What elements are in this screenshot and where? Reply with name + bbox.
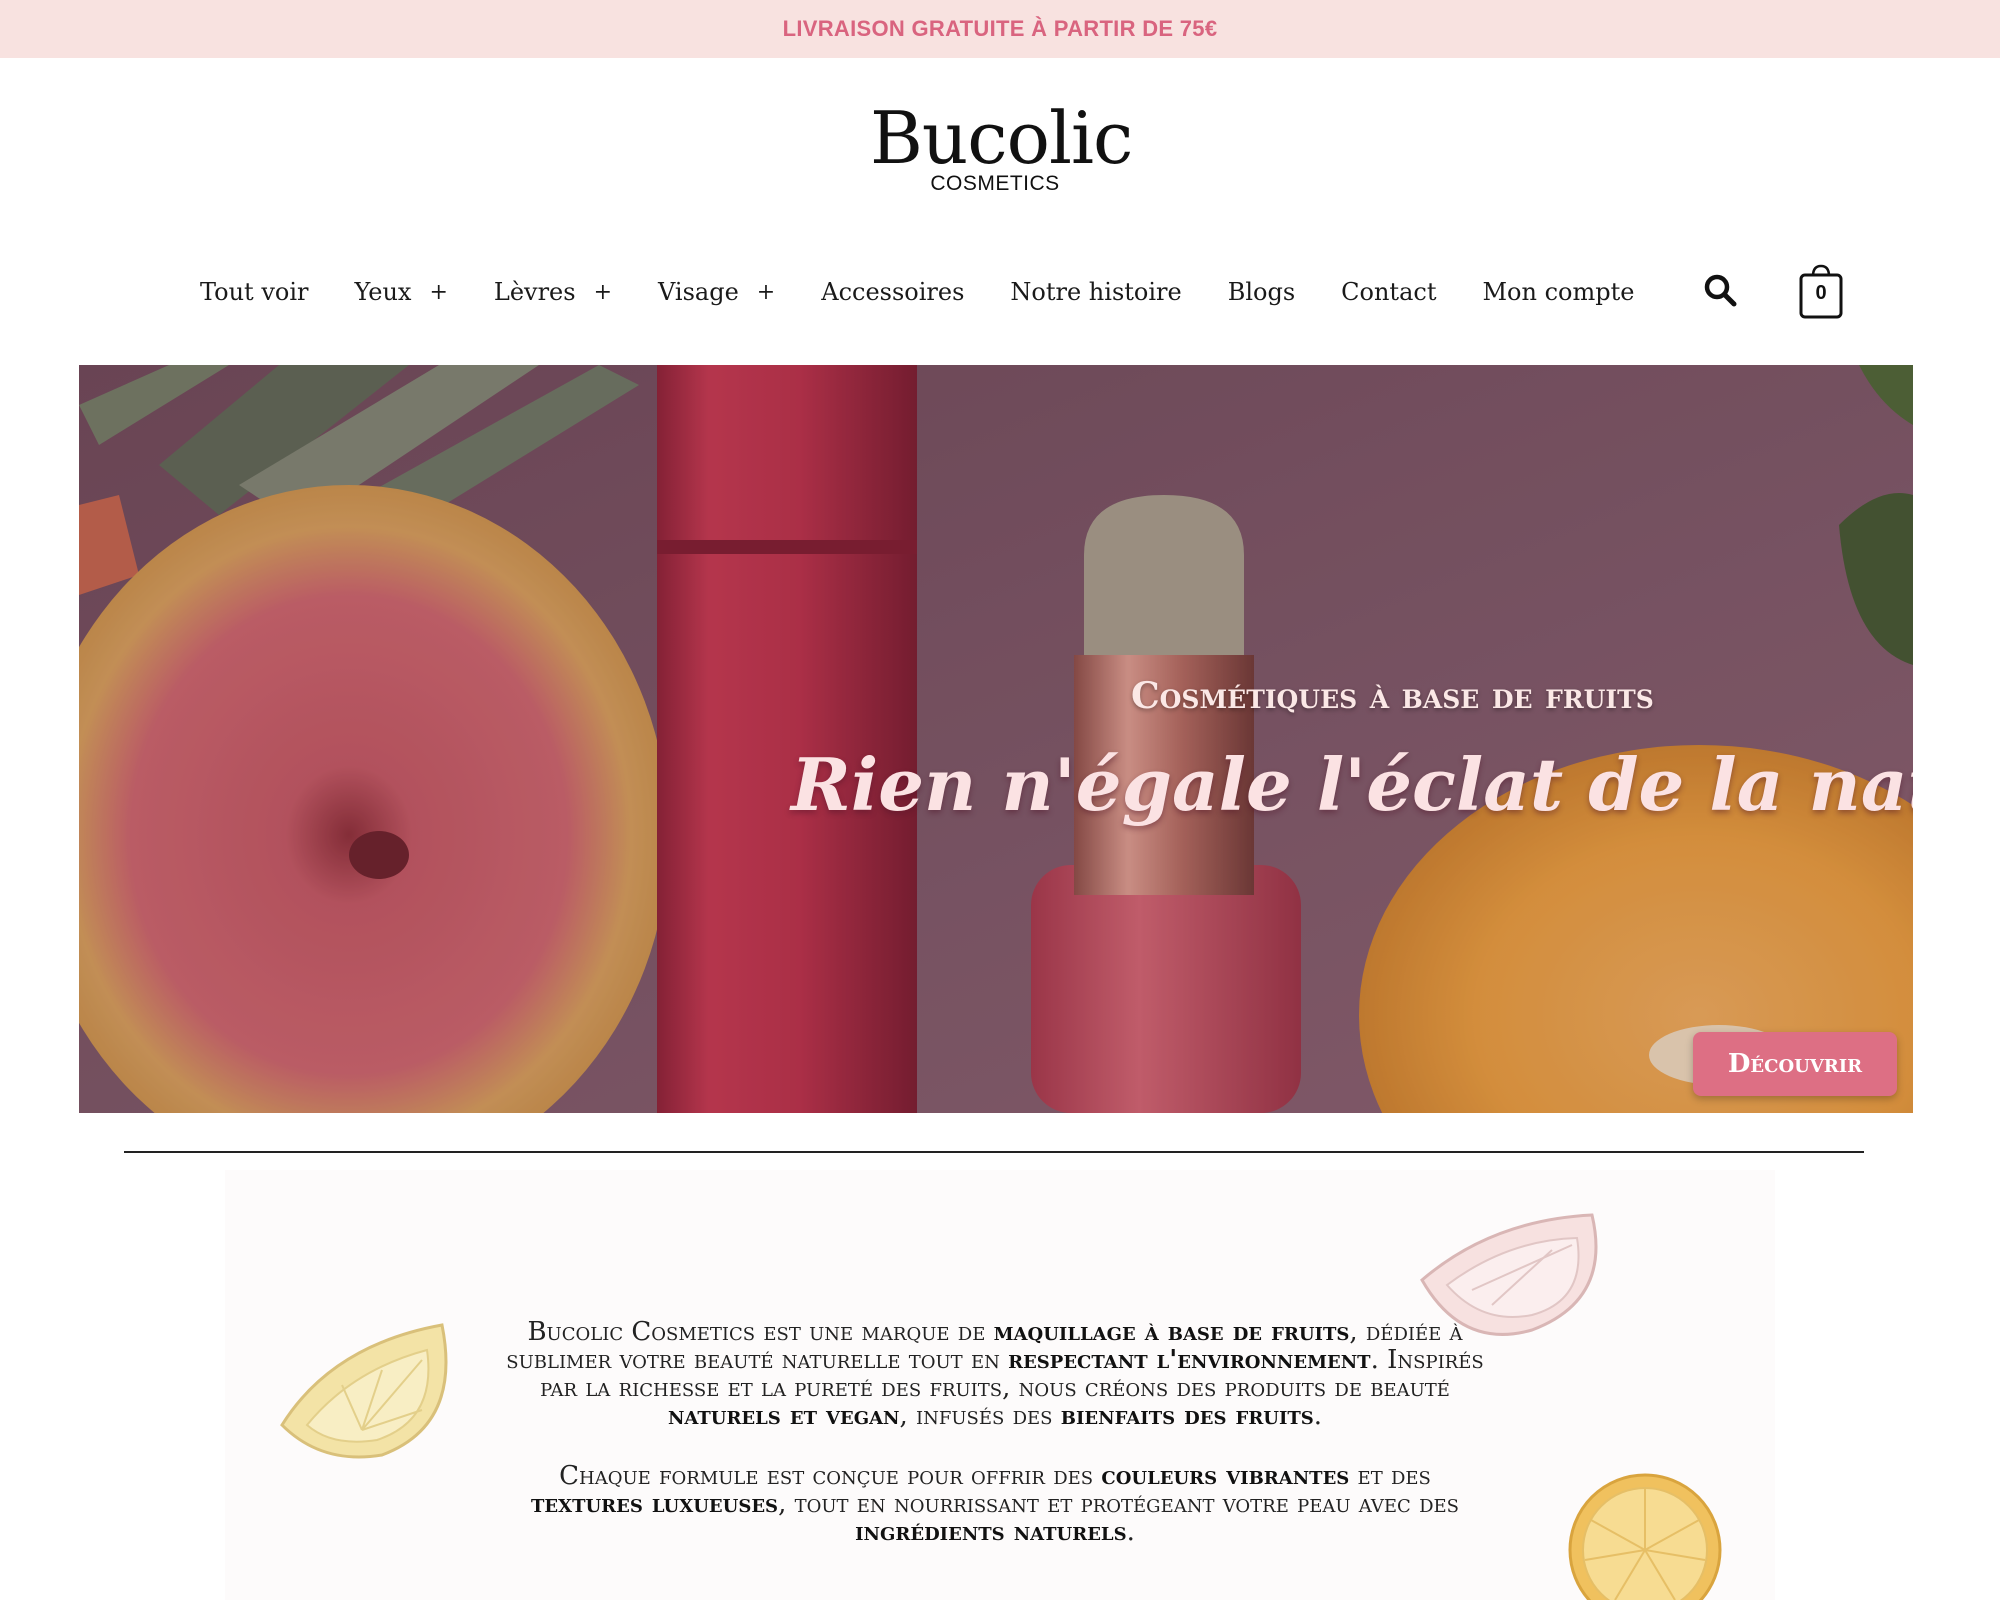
brand-logo[interactable]: Bucolic COSMETICS <box>870 96 1133 200</box>
about-paragraph-2: Chaque formule est conçue pour offrir de… <box>500 1462 1490 1546</box>
about-paragraph-1: Bucolic Cosmetics est une marque de maqu… <box>500 1318 1490 1430</box>
body-text: . <box>1126 1517 1135 1547</box>
nav-item-label: Notre histoire <box>1010 278 1182 306</box>
nav-item-lèvres[interactable]: Lèvres + <box>494 278 612 306</box>
about-text: Bucolic Cosmetics est une marque de maqu… <box>500 1318 1490 1546</box>
cart-count: 0 <box>1815 282 1827 304</box>
body-text: , infusés des <box>899 1401 1061 1431</box>
plus-icon[interactable]: + <box>594 280 612 305</box>
nav-item-label: Accessoires <box>821 278 965 306</box>
emphasis-text: textures luxueuses <box>530 1489 779 1519</box>
nav-item-mon-compte[interactable]: Mon compte <box>1482 278 1634 306</box>
brand-name: Bucolic <box>870 96 1133 180</box>
nav-item-accessoires[interactable]: Accessoires <box>821 278 964 306</box>
emphasis-text: ingrédients naturels <box>855 1517 1127 1547</box>
hero-title: Rien n'égale l'éclat de la nature <box>791 742 1913 827</box>
emphasis-text: maquillage à base de fruits <box>993 1317 1350 1347</box>
hero-overline: Cosmétiques à base de fruits <box>1131 675 1654 717</box>
section-divider <box>124 1151 1864 1153</box>
cart-button[interactable]: 0 <box>1797 262 1845 320</box>
announcement-text: LIVRAISON GRATUITE À PARTIR DE 75€ <box>782 16 1218 41</box>
nav-item-label: Mon compte <box>1482 278 1635 306</box>
nav-item-label: Lèvres <box>493 278 576 306</box>
nav-item-label: Blogs <box>1227 278 1296 306</box>
nav-item-label: Contact <box>1341 278 1437 306</box>
body-text: , tout en nourrissant et protégeant votr… <box>778 1489 1459 1519</box>
nav-item-visage[interactable]: Visage + <box>658 278 775 306</box>
lemon-slice-icon <box>280 1323 448 1459</box>
body-text: et des <box>1349 1461 1431 1491</box>
hero-image <box>79 365 1913 1113</box>
plus-icon[interactable]: + <box>757 280 775 305</box>
nav-item-yeux[interactable]: Yeux + <box>354 278 447 306</box>
main-navigation: Tout voir Yeux + Lèvres + Visage + Accessoires N… <box>200 272 1680 312</box>
body-text: . <box>1313 1401 1323 1431</box>
nav-item-label: Visage <box>658 278 739 306</box>
hero-banner: Cosmétiques à base de fruits Rien n'égal… <box>79 365 1913 1113</box>
body-text: Chaque formule est conçue pour offrir de… <box>559 1461 1102 1491</box>
nav-item-blogs[interactable]: Blogs <box>1228 278 1295 306</box>
orange-slice-icon <box>1568 1473 1722 1600</box>
nav-item-label: Yeux <box>354 278 412 306</box>
discover-button[interactable]: Découvrir <box>1693 1032 1897 1096</box>
emphasis-text: naturels et vegan <box>667 1401 900 1431</box>
emphasis-text: respectant l'environnement <box>1008 1345 1371 1375</box>
emphasis-text: couleurs vibrantes <box>1101 1461 1350 1491</box>
body-text: Bucolic Cosmetics est une marque de <box>527 1317 994 1347</box>
plus-icon[interactable]: + <box>429 280 447 305</box>
nav-item-notre-histoire[interactable]: Notre histoire <box>1010 278 1181 306</box>
announcement-bar: LIVRAISON GRATUITE À PARTIR DE 75€ <box>0 0 2000 58</box>
search-icon <box>1704 274 1737 307</box>
nav-item-contact[interactable]: Contact <box>1341 278 1436 306</box>
nav-item-label: Tout voir <box>200 278 309 306</box>
search-button[interactable] <box>1700 270 1740 310</box>
emphasis-text: bienfaits des fruits <box>1060 1401 1314 1431</box>
nav-item-tout-voir[interactable]: Tout voir <box>200 278 308 306</box>
